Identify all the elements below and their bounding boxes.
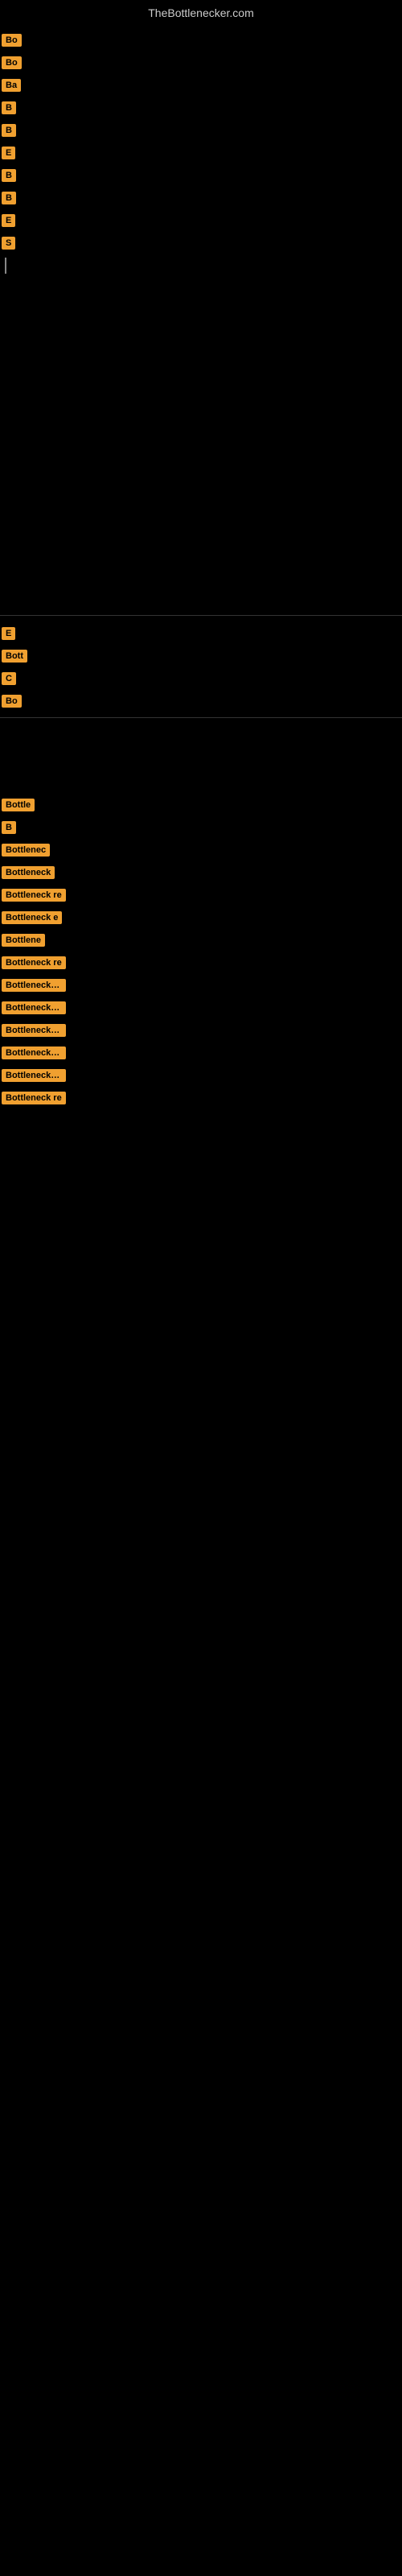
badge-s3-14: Bottleneck re: [2, 1092, 66, 1104]
badge-s3-13: Bottleneck resu: [2, 1069, 66, 1082]
rows-section-2: E Bott C Bo: [0, 622, 402, 712]
badge-s3-2: B: [2, 821, 16, 834]
list-item: Bottleneck resu: [0, 1064, 402, 1087]
list-item: C: [0, 667, 402, 690]
badge-s3-11: Bottleneck resu: [2, 1024, 66, 1037]
site-title: TheBottlenecker.com: [0, 0, 402, 23]
badge-s3-5: Bottleneck re: [2, 889, 66, 902]
empty-area-1: [0, 723, 402, 787]
list-item: Bo: [0, 29, 402, 52]
badge-s3-7: Bottlene: [2, 934, 45, 947]
list-item: Bottleneck: [0, 861, 402, 884]
list-item: S: [0, 232, 402, 254]
section-divider-2: [0, 717, 402, 718]
list-item: E: [0, 209, 402, 232]
list-item: B: [0, 164, 402, 187]
badge-s3-3: Bottlenec: [2, 844, 50, 857]
chart-area: [0, 285, 402, 607]
badge-1: Bo: [2, 34, 22, 47]
badge-s3-9: Bottleneck resu: [2, 979, 66, 992]
list-item: Bottleneck re: [0, 1087, 402, 1109]
badge-10: S: [2, 237, 15, 250]
list-item: E: [0, 622, 402, 645]
list-item-line: [0, 254, 402, 277]
badge-s2-3: C: [2, 672, 16, 685]
badge-5: B: [2, 124, 16, 137]
badge-3: Ba: [2, 79, 21, 92]
list-item: E: [0, 142, 402, 164]
badge-s3-1: Bottle: [2, 799, 35, 811]
list-item: Bo: [0, 690, 402, 712]
list-item: Bottleneck resu: [0, 1019, 402, 1042]
badge-8: B: [2, 192, 16, 204]
badge-s3-4: Bottleneck: [2, 866, 55, 879]
list-item: Ba: [0, 74, 402, 97]
badge-s3-6: Bottleneck e: [2, 911, 62, 924]
badge-s2-4: Bo: [2, 695, 22, 708]
badge-s2-1: E: [2, 627, 15, 640]
list-item: Bottle: [0, 794, 402, 816]
list-item: B: [0, 97, 402, 119]
list-item: Bottleneck re: [0, 952, 402, 974]
badge-s2-2: Bott: [2, 650, 27, 663]
list-item: B: [0, 187, 402, 209]
list-item: Bottleneck resu: [0, 974, 402, 997]
list-item: Bo: [0, 52, 402, 74]
badge-4: B: [2, 101, 16, 114]
badge-s3-8: Bottleneck re: [2, 956, 66, 969]
list-item: Bottleneck re: [0, 884, 402, 906]
badge-s3-12: Bottleneck resu: [2, 1046, 66, 1059]
badge-6: E: [2, 147, 15, 159]
list-item: B: [0, 816, 402, 839]
rows-section-3: Bottle B Bottlenec Bottleneck Bottleneck…: [0, 794, 402, 1109]
vertical-divider: [5, 258, 6, 274]
list-item: Bottleneck resu: [0, 997, 402, 1019]
list-item: Bottlenec: [0, 839, 402, 861]
list-item: Bottleneck e: [0, 906, 402, 929]
list-item: Bottlene: [0, 929, 402, 952]
badge-7: B: [2, 169, 16, 182]
badge-9: E: [2, 214, 15, 227]
badge-s3-10: Bottleneck resu: [2, 1001, 66, 1014]
list-item: Bottleneck resu: [0, 1042, 402, 1064]
list-item: Bott: [0, 645, 402, 667]
list-item: B: [0, 119, 402, 142]
section-divider-1: [0, 615, 402, 616]
rows-section-1: Bo Bo Ba B B E B B E S: [0, 29, 402, 277]
badge-2: Bo: [2, 56, 22, 69]
